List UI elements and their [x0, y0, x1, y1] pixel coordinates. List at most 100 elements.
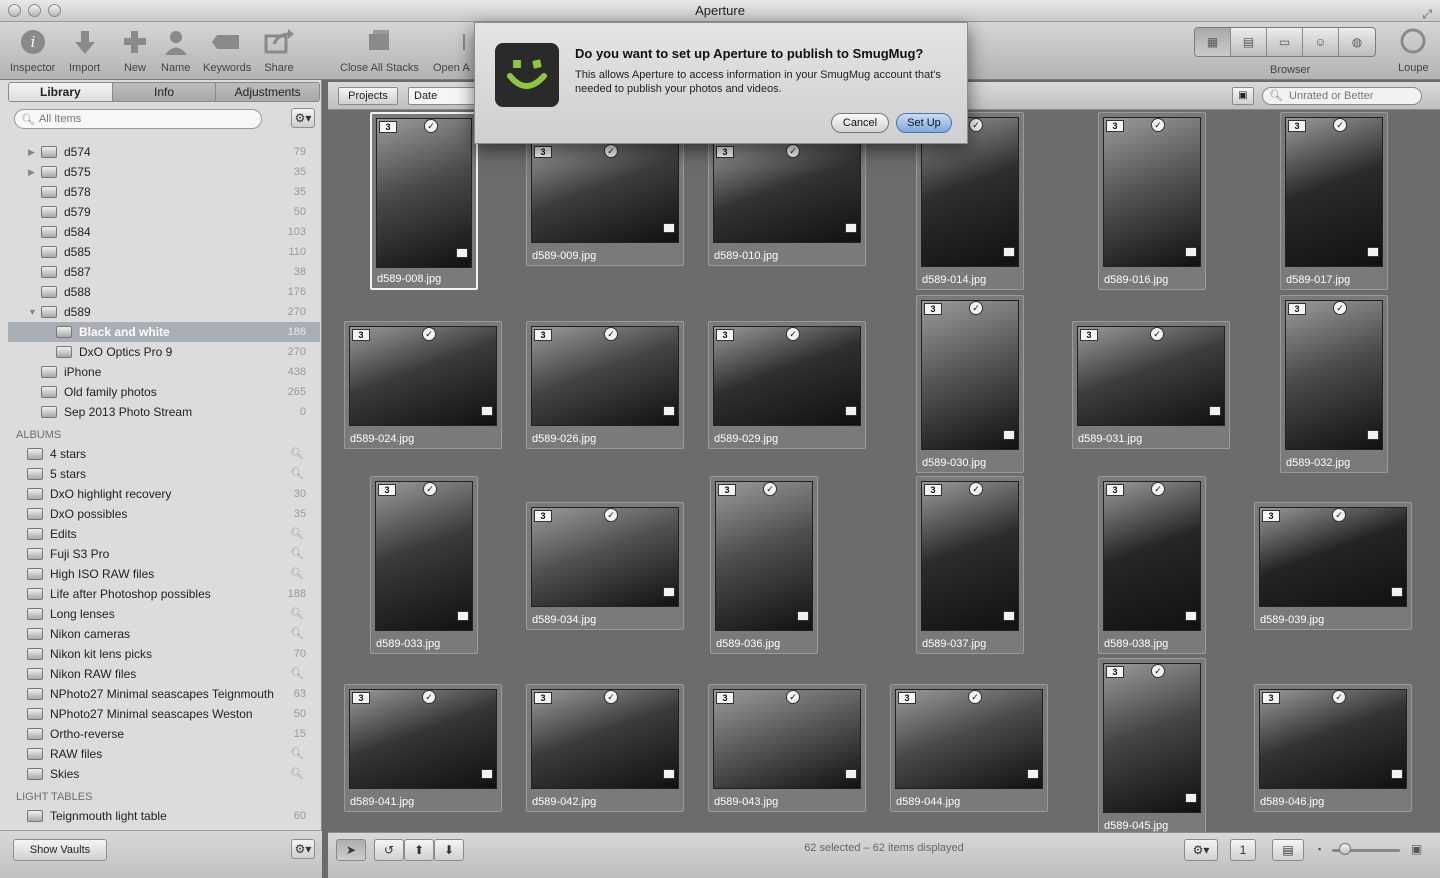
library-subitem[interactable]: Skies 🔍︎ — [8, 764, 320, 784]
stack-count-badge[interactable]: 3 — [352, 692, 370, 704]
library-subitem[interactable]: Nikon kit lens picks 70 — [8, 644, 320, 664]
library-subitem[interactable]: NPhoto27 Minimal seascapes Weston 50 — [8, 704, 320, 724]
import-button[interactable]: Import — [69, 26, 100, 74]
library-subitem[interactable]: Fuji S3 Pro 🔍︎ — [8, 544, 320, 564]
grid-view-icon[interactable]: ▦ — [1195, 28, 1231, 56]
photo-thumbnail[interactable]: 3 ✓ d589-045.jpg — [1098, 658, 1206, 832]
library-item[interactable]: iPhone 438 — [8, 362, 320, 382]
stack-count-badge[interactable]: 3 — [1262, 692, 1280, 704]
stack-count-badge[interactable]: 3 — [1080, 329, 1098, 341]
library-subitem[interactable]: Black and white 186 — [8, 322, 320, 342]
close-all-stacks-button[interactable]: Close All Stacks — [340, 26, 419, 74]
photo-thumbnail[interactable]: 3 ✓ d589-026.jpg — [526, 321, 684, 449]
stack-count-badge[interactable]: 3 — [716, 329, 734, 341]
sort-menu[interactable]: Date — [408, 87, 482, 105]
library-subitem[interactable]: Teignmouth light table 60 — [8, 806, 320, 826]
tab-info[interactable]: Info — [113, 83, 217, 101]
vault-action-gear-button[interactable]: ⚙▾ — [291, 839, 315, 859]
library-item[interactable]: ▶ d575 35 — [8, 162, 320, 182]
share-button[interactable]: Share — [264, 26, 294, 74]
library-item[interactable]: d587 38 — [8, 262, 320, 282]
stack-count-badge[interactable]: 3 — [378, 484, 396, 496]
photo-thumbnail[interactable]: 3 ✓ d589-016.jpg — [1098, 112, 1206, 290]
library-subitem[interactable]: Nikon cameras 🔍︎ — [8, 624, 320, 644]
stack-count-badge[interactable]: 3 — [716, 692, 734, 704]
library-item[interactable]: d585 110 — [8, 242, 320, 262]
library-item[interactable]: d584 103 — [8, 222, 320, 242]
stack-count-badge[interactable]: 3 — [924, 484, 942, 496]
library-subitem[interactable]: 5 stars 🔍︎ — [8, 464, 320, 484]
photo-thumbnail[interactable]: 3 ✓ d589-043.jpg — [708, 684, 866, 812]
split-view-icon[interactable]: ▤ — [1231, 28, 1267, 56]
stack-count-badge[interactable]: 3 — [534, 329, 552, 341]
open-all-stacks-button[interactable]: Open A — [433, 26, 470, 74]
library-item[interactable]: ▼ d589 270 — [8, 302, 320, 322]
tab-adjustments[interactable]: Adjustments — [216, 83, 319, 101]
library-subitem[interactable]: Long lenses 🔍︎ — [8, 604, 320, 624]
photo-thumbnail[interactable]: 3 ✓ d589-010.jpg — [708, 138, 866, 266]
tab-library[interactable]: Library — [9, 83, 113, 101]
list-view-button[interactable]: ▤ — [1272, 839, 1304, 861]
library-subitem[interactable]: RAW files 🔍︎ — [8, 744, 320, 764]
stack-count-badge[interactable]: 3 — [716, 146, 734, 158]
photo-thumbnail[interactable]: 3 ✓ d589-033.jpg — [370, 476, 478, 654]
photo-thumbnail[interactable]: 3 ✓ d589-017.jpg — [1280, 112, 1388, 290]
rating-filter-field[interactable]: 🔍︎ Unrated or Better — [1262, 87, 1422, 105]
stack-count-badge[interactable]: 3 — [352, 329, 370, 341]
inspector-button[interactable]: i Inspector — [10, 26, 55, 74]
photo-thumbnail[interactable]: 3 ✓ d589-029.jpg — [708, 321, 866, 449]
stack-count-badge[interactable]: 3 — [534, 692, 552, 704]
photo-thumbnail[interactable]: 3 ✓ d589-030.jpg — [916, 295, 1024, 473]
library-item[interactable]: d579 50 — [8, 202, 320, 222]
library-subitem[interactable]: High ISO RAW files 🔍︎ — [8, 564, 320, 584]
stack-count-badge[interactable]: 3 — [1288, 120, 1306, 132]
close-window-button[interactable] — [8, 4, 21, 17]
photo-thumbnail[interactable]: 3 ✓ d589-038.jpg — [1098, 476, 1206, 654]
photo-thumbnail[interactable]: 3 ✓ d589-042.jpg — [526, 684, 684, 812]
library-item[interactable]: d578 35 — [8, 182, 320, 202]
faces-icon[interactable]: ☺ — [1303, 28, 1339, 56]
photo-thumbnail[interactable]: 3 ✓ d589-008.jpg — [370, 112, 478, 290]
library-search-input[interactable] — [38, 113, 239, 125]
stack-count-badge[interactable]: 3 — [534, 510, 552, 522]
cancel-button[interactable]: Cancel — [831, 113, 889, 133]
library-subitem[interactable]: 4 stars 🔍︎ — [8, 444, 320, 464]
browser-options-button[interactable]: ⚙▾ — [1184, 839, 1218, 861]
photo-thumbnail[interactable]: 3 ✓ d589-032.jpg — [1280, 295, 1388, 473]
photo-thumbnail[interactable]: 3 ✓ d589-024.jpg — [344, 321, 502, 449]
stack-count-badge[interactable]: 3 — [1106, 484, 1124, 496]
filter-hud-button[interactable]: ▣ — [1232, 87, 1254, 105]
library-item[interactable]: Old family photos 265 — [8, 382, 320, 402]
projects-button[interactable]: Projects — [338, 87, 398, 105]
library-subitem[interactable]: DxO highlight recovery 30 — [8, 484, 320, 504]
disclosure-open-icon[interactable]: ▼ — [28, 302, 37, 322]
keywords-button[interactable]: Keywords — [203, 26, 251, 74]
library-search[interactable]: 🔍︎ — [14, 109, 262, 129]
photo-thumbnail[interactable]: 3 ✓ d589-037.jpg — [916, 476, 1024, 654]
library-item[interactable]: ▶ d574 79 — [8, 142, 320, 162]
stack-count-badge[interactable]: 3 — [1106, 666, 1124, 678]
library-subitem[interactable]: DxO possibles 35 — [8, 504, 320, 524]
library-subitem[interactable]: Nikon RAW files 🔍︎ — [8, 664, 320, 684]
stack-count-badge[interactable]: 3 — [1262, 510, 1280, 522]
set-up-button[interactable]: Set Up — [896, 113, 952, 133]
library-subitem[interactable]: Life after Photoshop possibles 188 — [8, 584, 320, 604]
library-subitem[interactable]: Ortho-reverse 15 — [8, 724, 320, 744]
library-item[interactable]: Sep 2013 Photo Stream 0 — [8, 402, 320, 422]
zoom-window-button[interactable] — [48, 4, 61, 17]
name-button[interactable]: Name — [161, 26, 190, 74]
library-subitem[interactable]: NPhoto27 Minimal seascapes Teignmouth 63 — [8, 684, 320, 704]
disclosure-closed-icon[interactable]: ▶ — [28, 142, 35, 162]
stack-count-badge[interactable]: 3 — [924, 303, 942, 315]
minimize-window-button[interactable] — [28, 4, 41, 17]
show-vaults-button[interactable]: Show Vaults — [13, 839, 107, 861]
places-globe-icon[interactable]: ◍ — [1339, 28, 1375, 56]
loupe-button[interactable]: Loupe — [1398, 26, 1429, 74]
disclosure-closed-icon[interactable]: ▶ — [28, 162, 35, 182]
photo-thumbnail[interactable]: 3 ✓ d589-034.jpg — [526, 502, 684, 630]
library-item[interactable]: d588 176 — [8, 282, 320, 302]
stack-count-badge[interactable]: 3 — [379, 121, 397, 133]
viewer-icon[interactable]: ▭ — [1267, 28, 1303, 56]
library-subitem[interactable]: Edits 🔍︎ — [8, 524, 320, 544]
photo-thumbnail[interactable]: 3 ✓ d589-039.jpg — [1254, 502, 1412, 630]
